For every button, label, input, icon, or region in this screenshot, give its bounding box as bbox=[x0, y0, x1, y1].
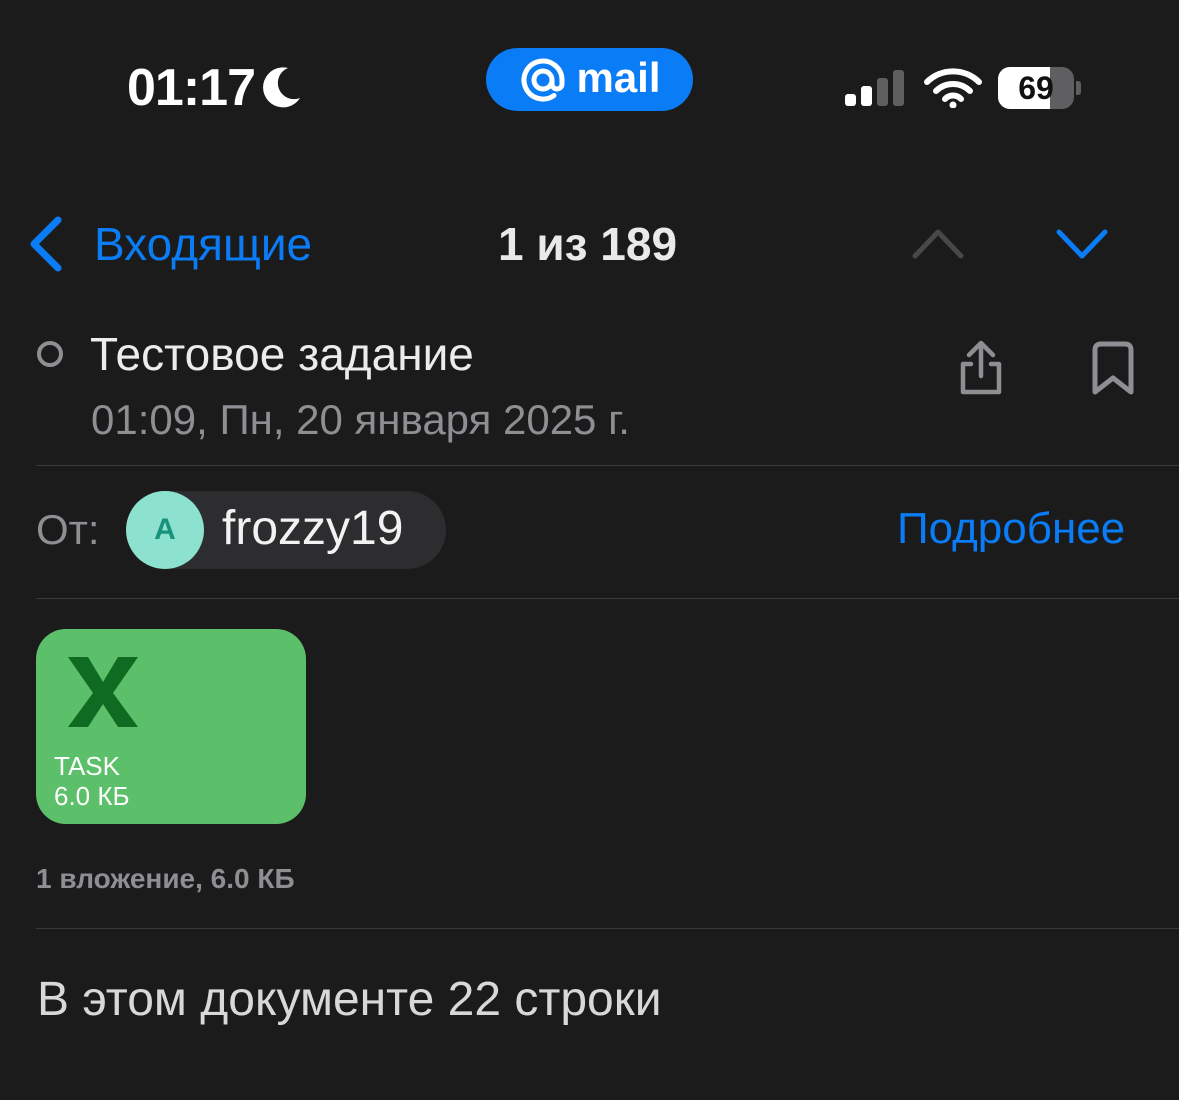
at-sign-icon bbox=[522, 58, 565, 101]
status-time: 01:17 bbox=[127, 59, 256, 117]
message-date: 01:09, Пн, 20 января 2025 г. bbox=[91, 396, 630, 443]
back-chevron-icon[interactable] bbox=[26, 214, 66, 274]
attachment-card[interactable]: TASK 6.0 КБ bbox=[36, 629, 306, 824]
battery-indicator: 69 bbox=[998, 67, 1082, 109]
divider bbox=[36, 928, 1179, 929]
message-subject: Тестовое задание bbox=[90, 328, 474, 380]
avatar: A bbox=[126, 491, 204, 569]
message-counter: 1 из 189 bbox=[498, 218, 678, 270]
from-label: От: bbox=[36, 506, 100, 553]
chevron-down-icon[interactable] bbox=[1054, 224, 1110, 264]
cellular-signal-icon bbox=[845, 70, 904, 106]
mail-app-badge[interactable]: mail bbox=[486, 48, 693, 111]
attachments-summary: 1 вложение, 6.0 КБ bbox=[36, 863, 295, 894]
unread-toggle[interactable] bbox=[37, 341, 63, 367]
back-to-inbox-button[interactable]: Входящие bbox=[94, 216, 312, 272]
attachment-name: TASK bbox=[54, 751, 120, 781]
sender-name: frozzy19 bbox=[222, 502, 404, 555]
divider bbox=[36, 465, 1179, 466]
battery-level: 69 bbox=[1018, 70, 1054, 106]
moon-icon bbox=[263, 67, 300, 108]
bookmark-icon[interactable] bbox=[1089, 338, 1137, 398]
chevron-up-icon[interactable] bbox=[910, 224, 966, 264]
message-body: В этом документе 22 строки bbox=[37, 973, 662, 1026]
divider bbox=[36, 598, 1179, 599]
excel-icon bbox=[68, 657, 138, 727]
sender-chip[interactable]: A frozzy19 bbox=[126, 491, 446, 569]
wifi-icon bbox=[924, 68, 982, 108]
details-link[interactable]: Подробнее bbox=[897, 502, 1125, 556]
share-icon[interactable] bbox=[955, 338, 1007, 398]
attachment-size: 6.0 КБ bbox=[54, 781, 130, 811]
mail-app-label: mail bbox=[576, 53, 661, 101]
